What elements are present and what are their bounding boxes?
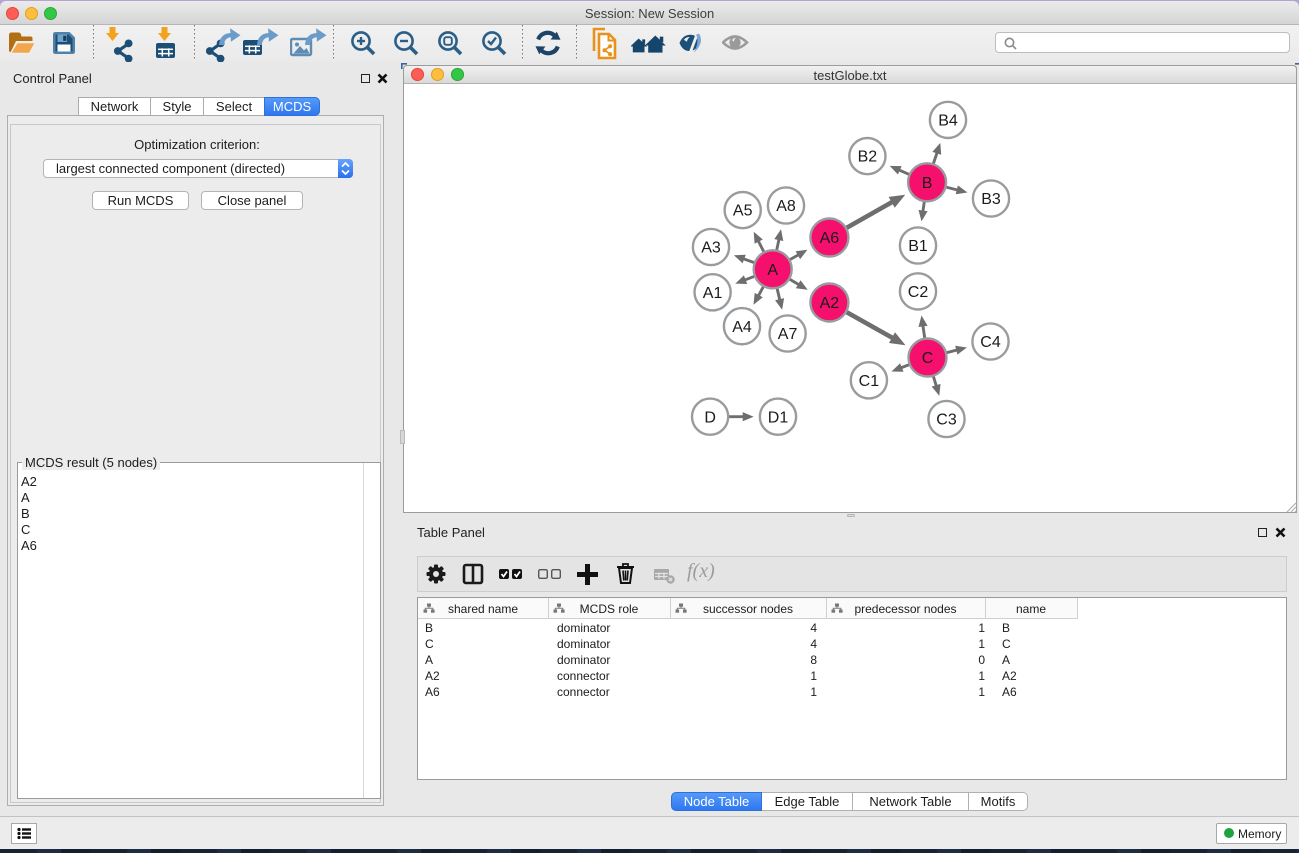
svg-text:D: D [704,409,716,426]
svg-text:B4: B4 [938,113,958,130]
svg-text:B2: B2 [858,149,878,166]
svg-text:C4: C4 [980,334,1001,351]
svg-text:A1: A1 [703,285,723,302]
svg-text:A3: A3 [701,240,721,257]
svg-text:D1: D1 [768,409,789,426]
svg-text:A2: A2 [820,295,840,312]
svg-text:A8: A8 [776,198,796,215]
svg-text:C2: C2 [908,284,929,301]
svg-text:C3: C3 [936,412,957,429]
svg-text:A: A [767,262,778,279]
svg-text:C: C [922,350,934,367]
svg-text:B: B [922,175,933,192]
svg-text:A6: A6 [820,230,840,247]
svg-text:C1: C1 [859,373,880,390]
svg-text:A7: A7 [778,326,798,343]
svg-text:A4: A4 [732,319,752,336]
svg-text:A5: A5 [733,203,753,220]
svg-text:B3: B3 [981,191,1001,208]
svg-text:B1: B1 [908,238,928,255]
